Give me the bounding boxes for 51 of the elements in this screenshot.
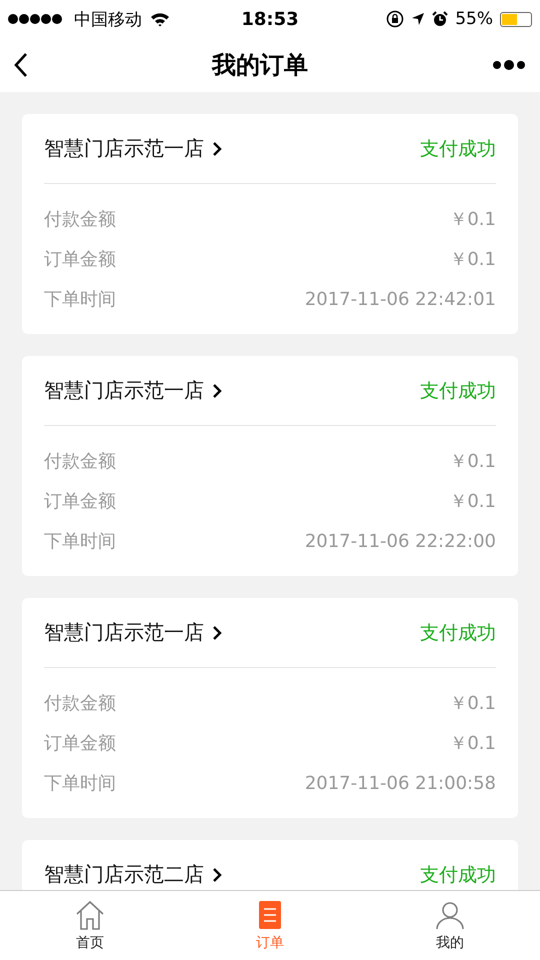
order-card[interactable]: 智慧门店示范二店 支付成功 <box>22 840 518 890</box>
order-status: 支付成功 <box>420 862 496 888</box>
tab-item[interactable]: 我的 <box>360 891 540 960</box>
store-link[interactable]: 智慧门店示范二店 <box>44 861 222 888</box>
field-value: 2017-11-06 22:42:01 <box>304 288 496 310</box>
home-icon <box>74 899 106 931</box>
field-value: 2017-11-06 22:22:00 <box>304 530 496 552</box>
field-value: ￥0.1 <box>449 490 496 513</box>
field-value: ￥0.1 <box>449 732 496 755</box>
order-card[interactable]: 智慧门店示范一店 支付成功 付款金额 ￥0.1 订单金额 ￥0.1 下单时间 2017-11-06 22:42:01 <box>22 114 518 334</box>
chevron-right-icon <box>212 866 222 882</box>
store-link[interactable]: 智慧门店示范一店 <box>44 135 222 162</box>
field-value: ￥0.1 <box>449 208 496 231</box>
chevron-right-icon <box>212 624 222 640</box>
battery-percent: 55% <box>455 9 493 29</box>
back-button[interactable] <box>14 52 28 78</box>
wifi-icon <box>150 12 170 26</box>
page-title: 我的订单 <box>212 50 308 81</box>
person-icon <box>434 899 466 931</box>
field-label: 订单金额 <box>44 248 116 271</box>
location-arrow-icon <box>411 12 426 26</box>
battery-icon <box>500 12 532 26</box>
back-icon <box>14 52 28 78</box>
order-status: 支付成功 <box>420 620 496 646</box>
field-label: 下单时间 <box>44 288 116 311</box>
alarm-clock-icon <box>432 11 448 27</box>
clock-time: 18:53 <box>241 8 299 30</box>
field-value: ￥0.1 <box>449 450 496 473</box>
chevron-right-icon <box>212 382 222 398</box>
field-value: ￥0.1 <box>449 692 496 715</box>
field-value: 2017-11-06 21:00:58 <box>304 772 496 794</box>
field-label: 下单时间 <box>44 530 116 553</box>
order-card[interactable]: 智慧门店示范一店 支付成功 付款金额 ￥0.1 订单金额 ￥0.1 下单时间 2017-11-06 21:00:58 <box>22 598 518 818</box>
chevron-right-icon <box>212 140 222 156</box>
order-status: 支付成功 <box>420 136 496 162</box>
field-value: ￥0.1 <box>449 248 496 271</box>
more-button[interactable] <box>492 59 526 71</box>
field-label: 付款金额 <box>44 208 116 231</box>
order-card[interactable]: 智慧门店示范一店 支付成功 付款金额 ￥0.1 订单金额 ￥0.1 下单时间 2017-11-06 22:22:00 <box>22 356 518 576</box>
field-label: 订单金额 <box>44 490 116 513</box>
field-label: 下单时间 <box>44 772 116 795</box>
rotation-lock-icon <box>386 10 404 28</box>
field-label: 付款金额 <box>44 692 116 715</box>
store-link[interactable]: 智慧门店示范一店 <box>44 377 222 404</box>
store-link[interactable]: 智慧门店示范一店 <box>44 619 222 646</box>
order-status: 支付成功 <box>420 378 496 404</box>
field-label: 订单金额 <box>44 732 116 755</box>
tab-item[interactable]: 首页 <box>0 891 180 960</box>
more-icon <box>492 59 526 71</box>
field-label: 付款金额 <box>44 450 116 473</box>
carrier-name: 中国移动 <box>74 8 142 30</box>
